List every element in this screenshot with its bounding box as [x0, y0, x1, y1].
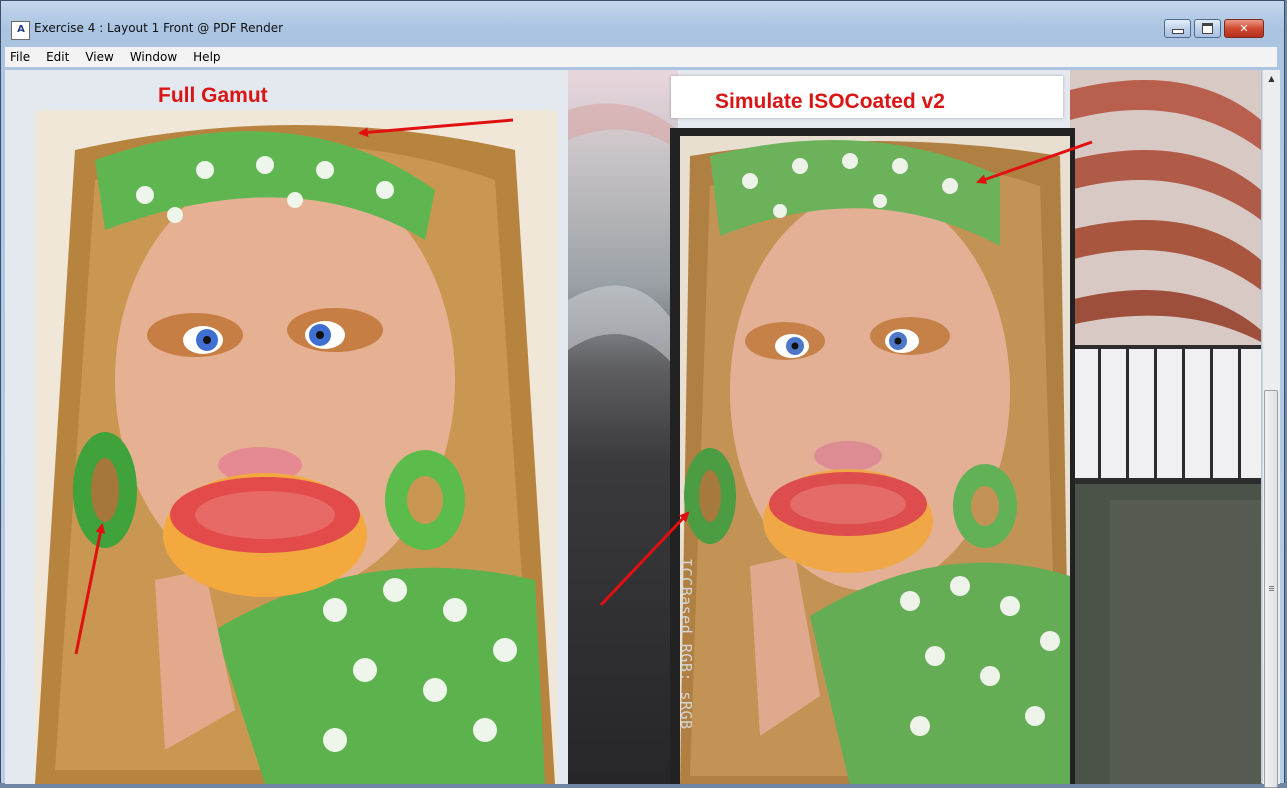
scroll-up-icon[interactable]: ▲ — [1263, 70, 1280, 87]
menu-window[interactable]: Window — [129, 50, 188, 64]
menu-edit[interactable]: Edit — [45, 50, 80, 64]
minimize-button[interactable] — [1164, 19, 1191, 38]
arrow-left-earring — [74, 523, 106, 655]
grip-icon — [1269, 586, 1274, 587]
maximize-button[interactable] — [1194, 19, 1221, 38]
maximize-icon — [1202, 23, 1213, 34]
window-controls: ✕ — [1161, 19, 1264, 38]
menu-file[interactable]: File — [9, 50, 41, 64]
menu-help[interactable]: Help — [192, 50, 231, 64]
minimize-icon — [1171, 29, 1184, 34]
app-window: A Exercise 4 : Layout 1 Front @ PDF Rend… — [0, 0, 1285, 788]
pdf-render-canvas[interactable]: Full Gamut Simulate ISOCoated v2 ICCBase… — [5, 70, 1261, 784]
annotation-arrows — [74, 118, 1093, 655]
window-title: Exercise 4 : Layout 1 Front @ PDF Render — [34, 21, 284, 35]
arrow-right-earring — [599, 511, 690, 607]
menu-bar: File Edit View Window Help — [5, 47, 1277, 67]
title-bar[interactable]: A Exercise 4 : Layout 1 Front @ PDF Rend… — [1, 1, 1284, 41]
menu-view[interactable]: View — [84, 50, 124, 64]
scroll-thumb[interactable] — [1264, 390, 1278, 788]
close-button[interactable]: ✕ — [1224, 19, 1264, 38]
arrow-left-headband — [358, 118, 514, 138]
app-icon: A — [11, 21, 30, 40]
arrow-right-headband — [976, 140, 1093, 185]
vertical-scrollbar[interactable]: ▲ — [1262, 70, 1280, 788]
